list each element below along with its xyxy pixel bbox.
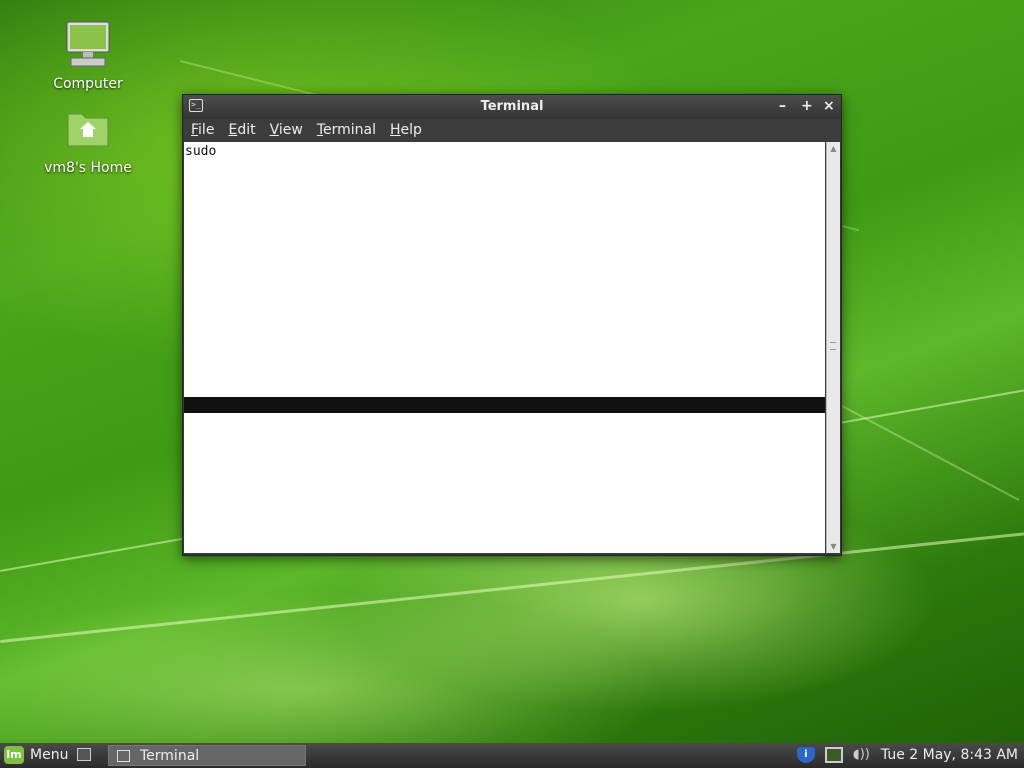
taskbar-item-terminal[interactable]: Terminal bbox=[108, 745, 306, 766]
volume-icon[interactable]: ◖)) bbox=[853, 747, 871, 763]
terminal-window: Terminal – + × File Edit View Terminal H… bbox=[182, 94, 842, 556]
desktop-icon-label: vm8's Home bbox=[44, 160, 132, 176]
terminal-selection-bar bbox=[184, 397, 825, 413]
window-title: Terminal bbox=[480, 99, 544, 114]
menu-edit[interactable]: Edit bbox=[228, 122, 255, 138]
menu-terminal[interactable]: Terminal bbox=[317, 122, 376, 138]
clock[interactable]: Tue 2 May, 8:43 AM bbox=[881, 747, 1018, 763]
system-tray: i ◖)) Tue 2 May, 8:43 AM bbox=[796, 747, 1018, 763]
close-button[interactable]: × bbox=[823, 98, 835, 114]
taskbar: lm Menu Terminal i ◖)) Tue 2 May, 8:43 A… bbox=[0, 743, 1024, 768]
scroll-up-icon[interactable]: ▲ bbox=[827, 142, 840, 155]
desktop-icon-label: Computer bbox=[53, 76, 123, 92]
menu-view[interactable]: View bbox=[270, 122, 303, 138]
computer-icon bbox=[66, 21, 110, 67]
network-icon[interactable] bbox=[824, 747, 843, 763]
start-menu-button[interactable]: lm Menu bbox=[4, 746, 68, 764]
scroll-down-icon[interactable]: ▼ bbox=[827, 540, 840, 553]
terminal-output: sudo bbox=[185, 144, 217, 159]
home-folder-icon bbox=[67, 113, 109, 147]
desktop-icon-computer[interactable]: Computer bbox=[38, 20, 138, 92]
window-titlebar[interactable]: Terminal – + × bbox=[183, 95, 841, 119]
start-menu-label: Menu bbox=[30, 747, 69, 763]
menubar: File Edit View Terminal Help bbox=[183, 119, 841, 141]
show-desktop-icon[interactable] bbox=[77, 748, 91, 761]
terminal-area[interactable]: sudo bbox=[184, 142, 825, 553]
maximize-button[interactable]: + bbox=[801, 98, 813, 114]
menu-help[interactable]: Help bbox=[390, 122, 422, 138]
taskbar-item-label: Terminal bbox=[140, 747, 200, 764]
scroll-grip-icon bbox=[830, 342, 836, 350]
menu-file[interactable]: File bbox=[191, 122, 214, 138]
vertical-scrollbar[interactable]: ▲ ▼ bbox=[826, 142, 840, 553]
terminal-icon bbox=[117, 749, 130, 762]
desktop-icon-home[interactable]: vm8's Home bbox=[38, 104, 138, 176]
mint-logo-icon: lm bbox=[4, 746, 24, 764]
update-shield-icon[interactable]: i bbox=[796, 747, 815, 763]
minimize-button[interactable]: – bbox=[779, 98, 786, 114]
